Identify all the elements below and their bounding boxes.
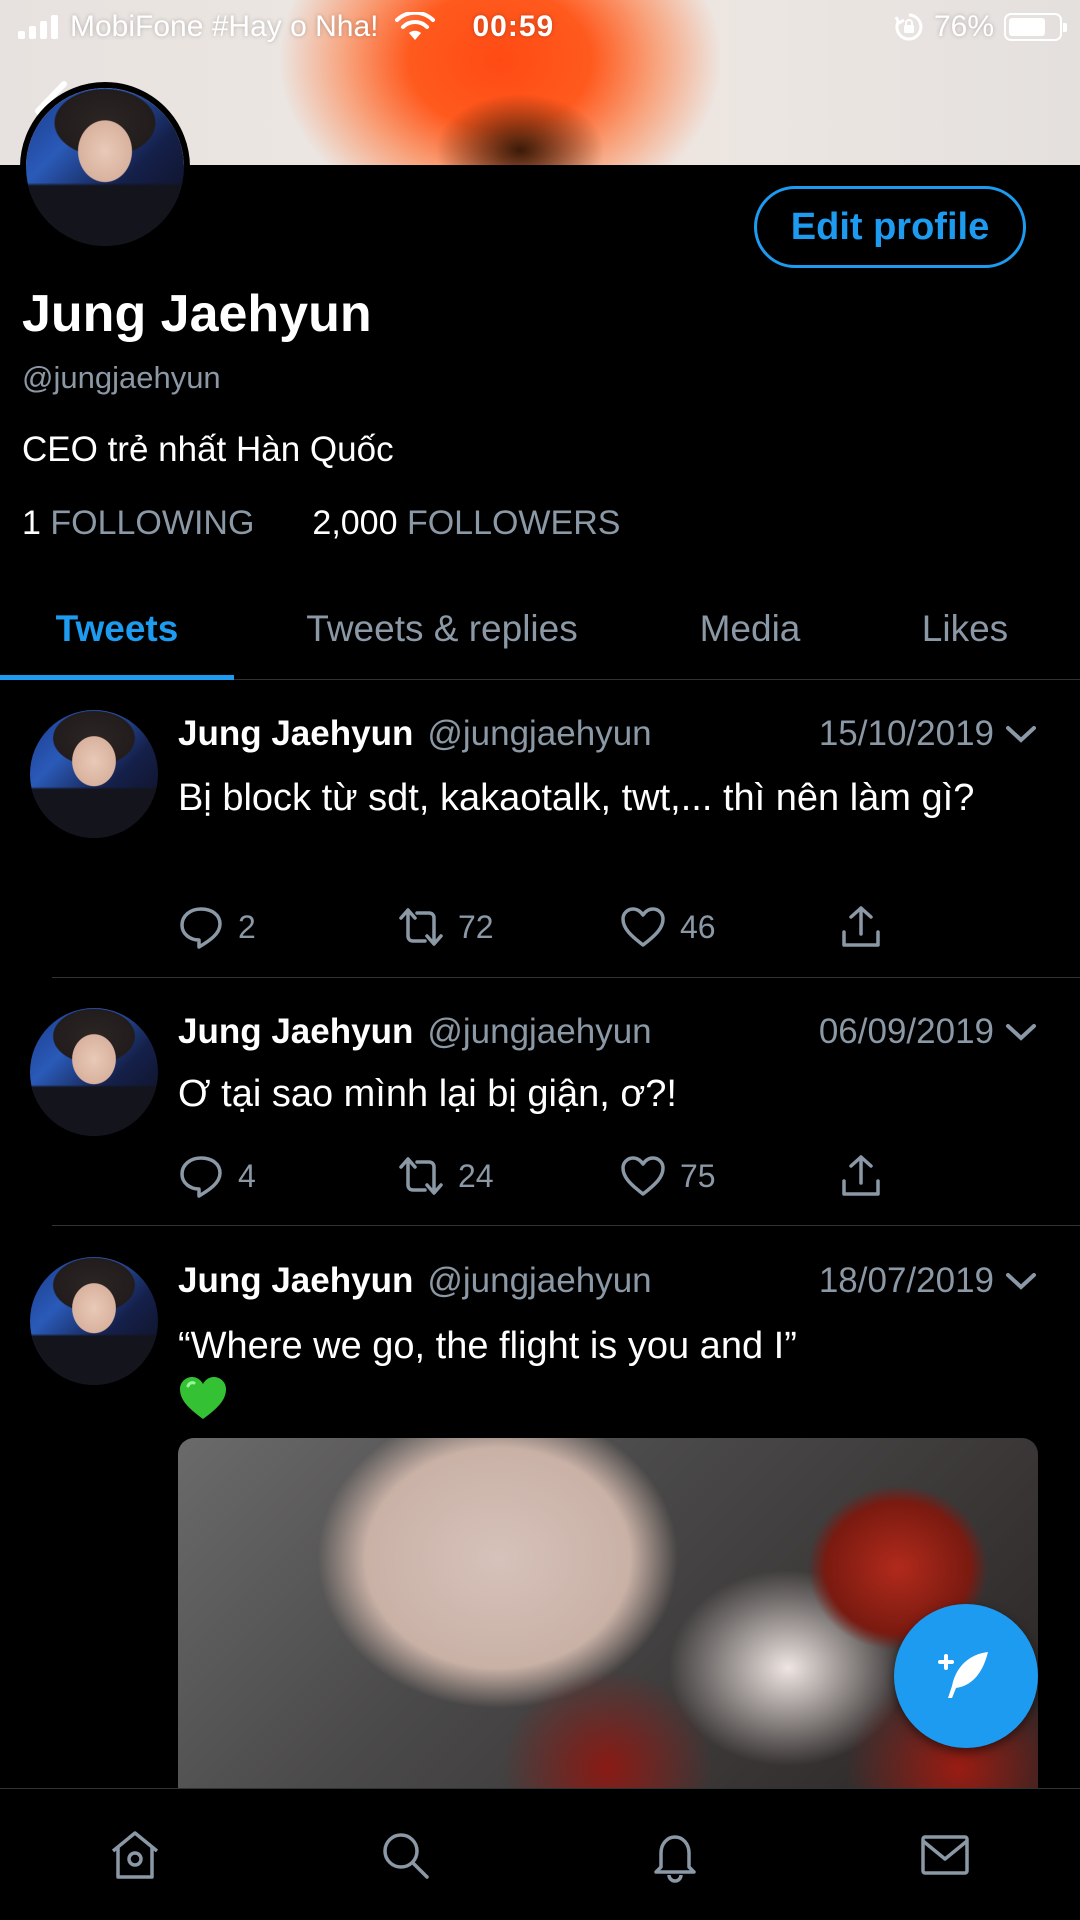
chevron-down-icon[interactable] [1004, 1022, 1038, 1042]
tweet-date: 06/09/2019 [818, 1012, 994, 1051]
tweet-date: 18/07/2019 [818, 1261, 994, 1300]
tweet-divider [52, 1225, 1080, 1226]
tweet-avatar[interactable] [30, 710, 158, 838]
like-count: 46 [680, 908, 716, 945]
tweet-date: 15/10/2019 [818, 714, 994, 753]
followers-count: 2,000 [312, 504, 398, 542]
share-button[interactable] [838, 904, 884, 950]
tweet-avatar[interactable] [30, 1008, 158, 1136]
followers-stat[interactable]: 2,000 FOLLOWERS [312, 504, 620, 543]
tab-likes[interactable]: Likes [850, 578, 1080, 679]
following-label: FOLLOWING [50, 504, 255, 542]
tweet-actions: 2 72 46 [178, 904, 898, 954]
share-icon [842, 906, 880, 947]
green-heart-icon [180, 1377, 226, 1419]
avatar-image [30, 710, 158, 838]
tweet-author-name: Jung Jaehyun [178, 1261, 414, 1300]
share-button[interactable] [838, 1153, 884, 1199]
tweet-text: Ơ tại sao mình lại bị giận, ơ?! [178, 1073, 677, 1115]
wifi-icon [394, 12, 435, 40]
reply-button[interactable]: 4 [178, 1153, 256, 1199]
signal-icon [18, 15, 58, 39]
search-icon [383, 1832, 429, 1879]
edit-profile-button[interactable]: Edit profile [754, 186, 1026, 268]
tweet-author-handle: @jungjaehyun [427, 714, 652, 753]
notifications-icon [654, 1834, 696, 1883]
compose-feather-icon [938, 1652, 988, 1698]
following-stat[interactable]: 1 FOLLOWING [22, 504, 254, 543]
home-icon [111, 1830, 159, 1879]
following-count: 1 [22, 504, 41, 542]
tweet-divider [52, 977, 1080, 978]
retweet-count: 72 [458, 908, 494, 945]
rotation-lock-icon [894, 13, 923, 41]
compose-tweet-button[interactable] [894, 1604, 1038, 1748]
profile-tabs: Tweets Tweets & replies Media Likes [0, 578, 1080, 680]
tweet-header: Jung Jaehyun @jungjaehyun 06/09/2019 [178, 1008, 1038, 1056]
tweet-actions: 4 24 75 [178, 1153, 898, 1203]
heart-icon [621, 1156, 665, 1196]
profile-handle: @jungjaehyun [22, 360, 221, 395]
chevron-down-icon[interactable] [1004, 724, 1038, 744]
tweet-author-name: Jung Jaehyun [178, 714, 414, 753]
profile-name: Jung Jaehyun [22, 285, 372, 343]
tweet-author-name: Jung Jaehyun [178, 1012, 414, 1051]
like-count: 75 [680, 1157, 716, 1194]
nav-messages[interactable] [810, 1789, 1080, 1920]
reply-icon [180, 907, 222, 949]
tweet-author-handle: @jungjaehyun [427, 1261, 652, 1300]
share-icon [842, 1155, 880, 1196]
tweet-text: “Where we go, the flight is you and I” [178, 1325, 797, 1367]
nav-search[interactable] [270, 1789, 540, 1920]
profile-stats: 1 FOLLOWING 2,000 FOLLOWERS [22, 504, 620, 543]
battery-icon [1004, 13, 1067, 41]
tweet-media-image[interactable] [178, 1438, 1038, 1790]
profile-avatar[interactable] [20, 82, 190, 252]
retweet-icon [399, 1157, 443, 1195]
tab-tweets-replies[interactable]: Tweets & replies [234, 578, 650, 679]
tweet-text-container: “Where we go, the flight is you and I” [178, 1322, 1040, 1422]
messages-icon [921, 1834, 969, 1875]
avatar-image [30, 1257, 158, 1385]
retweet-button[interactable]: 24 [398, 1153, 494, 1199]
nav-notifications[interactable] [540, 1789, 810, 1920]
avatar-image [26, 88, 184, 246]
reply-button[interactable]: 2 [178, 904, 256, 950]
profile-bio: CEO trẻ nhất Hàn Quốc [22, 430, 394, 469]
like-button[interactable]: 46 [620, 904, 716, 950]
reply-count: 4 [238, 1157, 256, 1194]
retweet-icon [399, 908, 443, 946]
tweet-header: Jung Jaehyun @jungjaehyun 18/07/2019 [178, 1257, 1038, 1305]
tweet-avatar[interactable] [30, 1257, 158, 1385]
heart-icon [621, 907, 665, 947]
battery-level [1009, 18, 1046, 36]
reply-icon [180, 1156, 222, 1198]
battery-percent: 76% [933, 10, 994, 43]
tab-media[interactable]: Media [650, 578, 850, 679]
bottom-navigation [0, 1788, 1080, 1920]
tweet-text: Bị block từ sdt, kakaotalk, twt,... thì … [178, 777, 975, 819]
tweet-header: Jung Jaehyun @jungjaehyun 15/10/2019 [178, 710, 1038, 758]
reply-count: 2 [238, 908, 256, 945]
clock: 00:59 [472, 10, 555, 43]
like-button[interactable]: 75 [620, 1153, 716, 1199]
chevron-down-icon[interactable] [1004, 1271, 1038, 1291]
nav-home[interactable] [0, 1789, 270, 1920]
status-bar: MobiFone #Hay o Nha! 00:59 76% [0, 0, 1080, 54]
tweet-author-handle: @jungjaehyun [427, 1012, 652, 1051]
avatar-image [30, 1008, 158, 1136]
retweet-button[interactable]: 72 [398, 904, 494, 950]
tab-tweets[interactable]: Tweets [0, 578, 234, 680]
followers-label: FOLLOWERS [406, 504, 621, 542]
carrier-name: MobiFone #Hay o Nha! [70, 10, 379, 43]
retweet-count: 24 [458, 1157, 494, 1194]
